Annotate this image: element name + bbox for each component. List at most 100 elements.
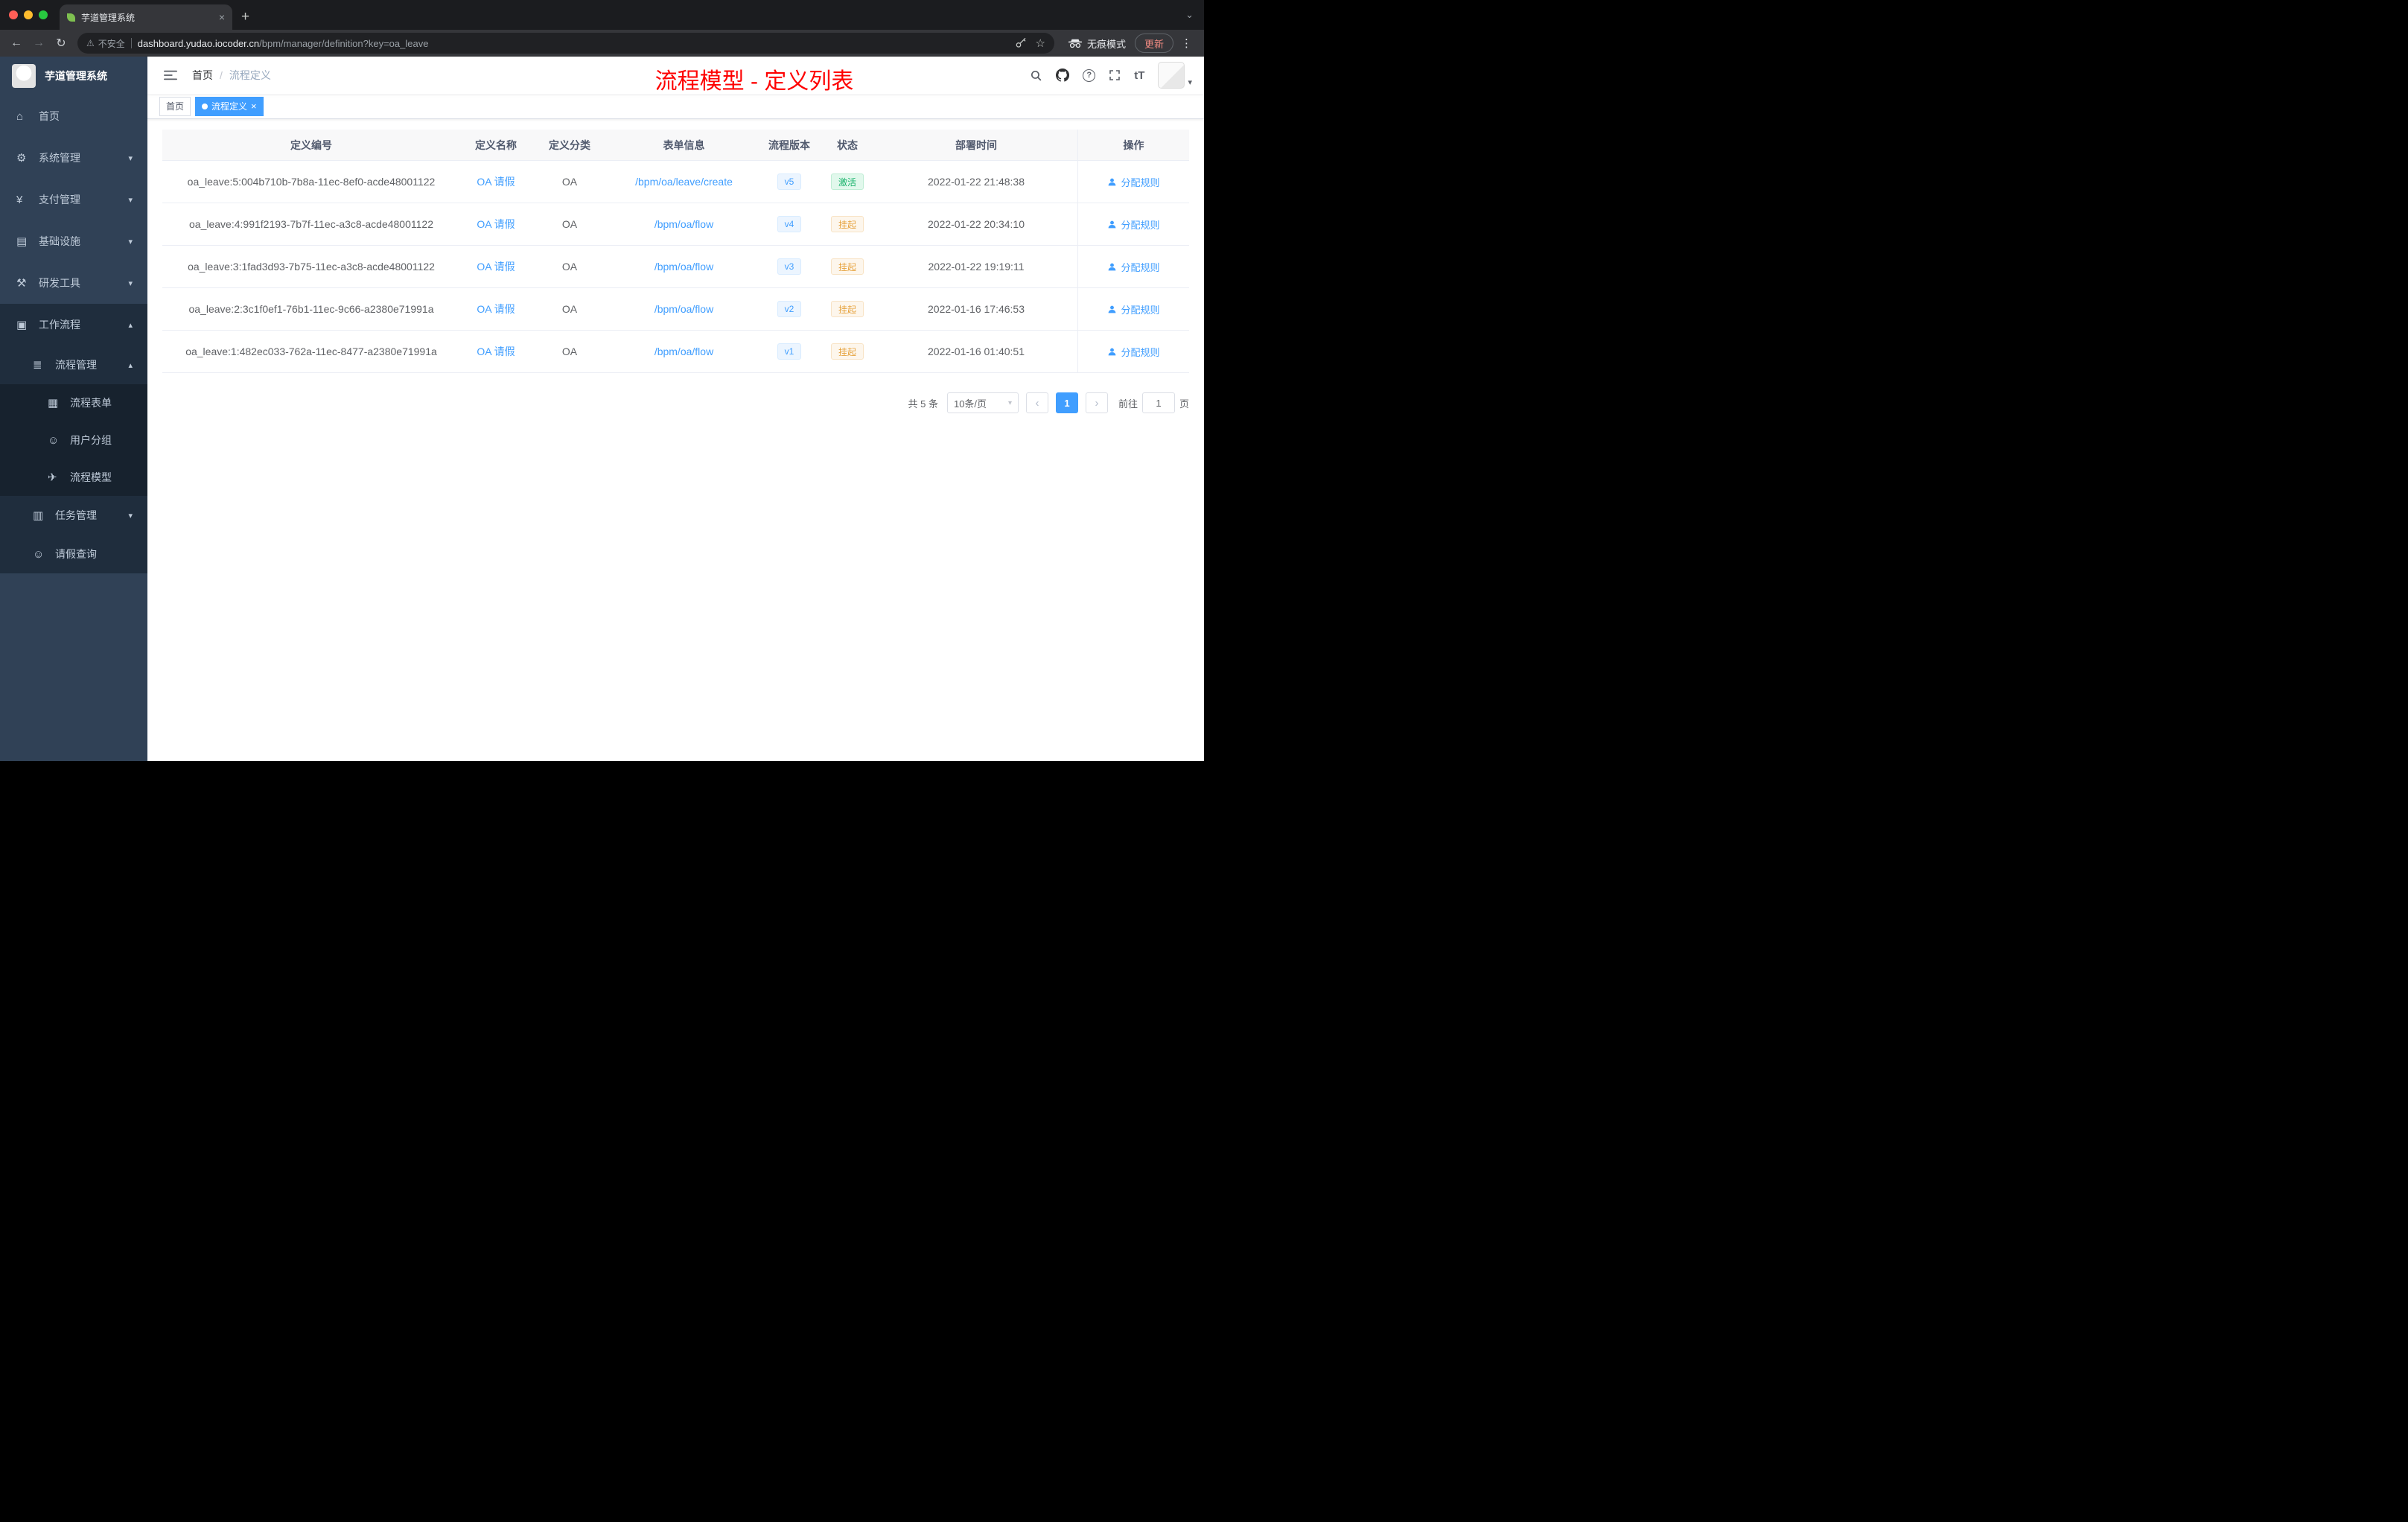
sidebar-item-workflow[interactable]: ▣ 工作流程 ▴ xyxy=(0,304,147,346)
page-content: 定义编号 定义名称 定义分类 表单信息 流程版本 状态 部署时间 操作 oa_l… xyxy=(147,119,1204,761)
breadcrumb-separator: / xyxy=(220,69,223,81)
sidebar-item-label: 请假查询 xyxy=(55,548,97,560)
sidebar-item-home[interactable]: ⌂ 首页 xyxy=(0,95,147,137)
logo-avatar xyxy=(12,64,36,88)
chevron-up-icon: ▴ xyxy=(128,320,133,330)
incognito-icon xyxy=(1068,39,1083,48)
assign-rule-button[interactable]: 分配规则 xyxy=(1107,302,1160,316)
sidebar: 芋道管理系统 ⌂ 首页 ⚙ 系统管理 ▾ ¥ 支付管理 ▾ ▤ 基础设施 ▾ ⚒… xyxy=(0,57,147,761)
assign-rule-button[interactable]: 分配规则 xyxy=(1107,217,1160,232)
page-number-button[interactable]: 1 xyxy=(1055,392,1078,413)
breadcrumb-current: 流程定义 xyxy=(229,69,271,81)
definition-category: OA xyxy=(561,346,578,357)
definition-name-link[interactable]: OA 请假 xyxy=(477,174,515,189)
url-path: /bpm/manager/definition?key=oa_leave xyxy=(259,37,429,49)
table-header: 定义编号 定义名称 定义分类 表单信息 流程版本 状态 部署时间 操作 xyxy=(162,130,1189,161)
sidebar-collapse-button[interactable] xyxy=(159,66,182,84)
definition-name-link[interactable]: OA 请假 xyxy=(477,259,515,274)
column-header: 定义编号 xyxy=(290,138,332,151)
font-size-icon[interactable]: tT xyxy=(1134,69,1144,82)
page-size-value: 10条/页 xyxy=(953,398,987,410)
forward-button[interactable]: → xyxy=(28,33,49,54)
paper-plane-icon: ✈ xyxy=(48,471,57,484)
sidebar-item-task-mgmt[interactable]: ▥ 任务管理 ▾ xyxy=(0,496,147,535)
form-link[interactable]: /bpm/oa/flow xyxy=(654,218,713,230)
definition-name-link[interactable]: OA 请假 xyxy=(477,217,515,232)
form-link[interactable]: /bpm/oa/flow xyxy=(654,303,713,315)
reload-button[interactable]: ↻ xyxy=(51,33,71,54)
next-page-button[interactable]: › xyxy=(1085,392,1108,413)
definition-name-link[interactable]: OA 请假 xyxy=(477,302,515,316)
assign-rule-button[interactable]: 分配规则 xyxy=(1107,260,1160,274)
tag-home[interactable]: 首页 xyxy=(159,96,191,116)
column-header: 定义分类 xyxy=(549,138,590,151)
page-jump-input[interactable] xyxy=(1141,392,1175,413)
browser-tab[interactable]: 芋道管理系统 × xyxy=(60,4,232,30)
status-badge: 挂起 xyxy=(830,343,864,360)
sidebar-item-label: 任务管理 xyxy=(55,509,97,521)
version-badge: v2 xyxy=(777,301,802,317)
incognito-label: 无痕模式 xyxy=(1086,38,1126,50)
assign-rule-label: 分配规则 xyxy=(1121,304,1160,316)
assign-rule-button[interactable]: 分配规则 xyxy=(1107,345,1160,359)
security-warning[interactable]: ⚠ 不安全 xyxy=(86,37,125,50)
chevron-down-icon: ▾ xyxy=(128,153,133,163)
definition-category: OA xyxy=(561,261,578,273)
key-icon[interactable] xyxy=(1015,37,1027,49)
task-icon: ▥ xyxy=(33,509,44,522)
definition-category: OA xyxy=(561,303,578,315)
user-icon xyxy=(1109,348,1116,355)
help-icon[interactable]: ? xyxy=(1083,69,1096,82)
status-badge: 挂起 xyxy=(830,301,864,317)
user-menu[interactable]: ▾ xyxy=(1158,62,1192,89)
tag-close-icon[interactable]: × xyxy=(251,101,257,111)
assign-rule-button[interactable]: 分配规则 xyxy=(1107,175,1160,189)
browser-menu-icon[interactable]: ⋮ xyxy=(1175,36,1198,50)
sidebar-item-payment-mgmt[interactable]: ¥ 支付管理 ▾ xyxy=(0,179,147,220)
definition-name-link[interactable]: OA 请假 xyxy=(477,344,515,359)
minimize-window-button[interactable] xyxy=(24,10,33,19)
close-window-button[interactable] xyxy=(9,10,18,19)
address-bar[interactable]: ⚠ 不安全 dashboard.yudao.iocoder.cn/bpm/man… xyxy=(77,33,1054,54)
sidebar-item-process-mgmt[interactable]: ≣ 流程管理 ▴ xyxy=(0,346,147,384)
sidebar-item-label: 支付管理 xyxy=(39,194,80,206)
tag-process-definition[interactable]: 流程定义 × xyxy=(195,96,264,116)
search-icon[interactable] xyxy=(1030,69,1042,82)
sidebar-item-dev-tools[interactable]: ⚒ 研发工具 ▾ xyxy=(0,262,147,304)
breadcrumb-home[interactable]: 首页 xyxy=(192,68,213,83)
new-tab-button[interactable]: + xyxy=(232,4,258,30)
sidebar-item-label: 流程模型 xyxy=(70,471,112,483)
sidebar-item-system-mgmt[interactable]: ⚙ 系统管理 ▾ xyxy=(0,137,147,179)
workflow-submenu: ≣ 流程管理 ▴ ▦ 流程表单 ☺ 用户分组 ✈ 流程模型 ▥ 任务管理 ▾ ☺… xyxy=(0,346,147,573)
chrome-update-button[interactable]: 更新 xyxy=(1134,34,1173,53)
github-icon[interactable] xyxy=(1056,69,1070,82)
page-size-select[interactable]: 10条/页 ▾ xyxy=(946,392,1019,413)
form-link[interactable]: /bpm/oa/leave/create xyxy=(635,176,733,188)
back-button[interactable]: ← xyxy=(6,33,27,54)
form-link[interactable]: /bpm/oa/flow xyxy=(654,346,713,357)
form-link[interactable]: /bpm/oa/flow xyxy=(654,261,713,273)
version-badge: v5 xyxy=(777,173,802,190)
bookmark-star-icon[interactable]: ☆ xyxy=(1036,36,1045,50)
warning-icon: ⚠ xyxy=(86,38,95,48)
table-row: oa_leave:1:482ec033-762a-11ec-8477-a2380… xyxy=(162,331,1189,373)
navbar-actions: ? tT ▾ xyxy=(1030,62,1192,89)
sidebar-item-user-group[interactable]: ☺ 用户分组 xyxy=(0,421,147,459)
gear-icon: ⚙ xyxy=(16,152,27,165)
fullscreen-icon[interactable] xyxy=(1109,69,1121,81)
main-panel: 流程模型 - 定义列表 首页 / 流程定义 ? tT ▾ 首页 流程定义 × 定… xyxy=(147,57,1204,761)
dev-tools-icon: ⚒ xyxy=(16,277,27,290)
sidebar-item-leave-query[interactable]: ☺ 请假查询 xyxy=(0,535,147,573)
zoom-window-button[interactable] xyxy=(39,10,48,19)
prev-page-button[interactable]: ‹ xyxy=(1025,392,1048,413)
sidebar-item-process-model[interactable]: ✈ 流程模型 xyxy=(0,459,147,496)
chevron-down-icon: ▾ xyxy=(1007,398,1012,407)
tab-close-icon[interactable]: × xyxy=(219,11,225,23)
sidebar-logo[interactable]: 芋道管理系统 xyxy=(0,57,147,95)
definition-category: OA xyxy=(561,176,578,188)
tag-label: 首页 xyxy=(166,101,185,112)
sidebar-item-process-form[interactable]: ▦ 流程表单 xyxy=(0,384,147,421)
tab-search-chevron-icon[interactable]: ⌄ xyxy=(1185,9,1194,21)
sidebar-item-infrastructure[interactable]: ▤ 基础设施 ▾ xyxy=(0,220,147,262)
window-controls xyxy=(9,0,48,30)
